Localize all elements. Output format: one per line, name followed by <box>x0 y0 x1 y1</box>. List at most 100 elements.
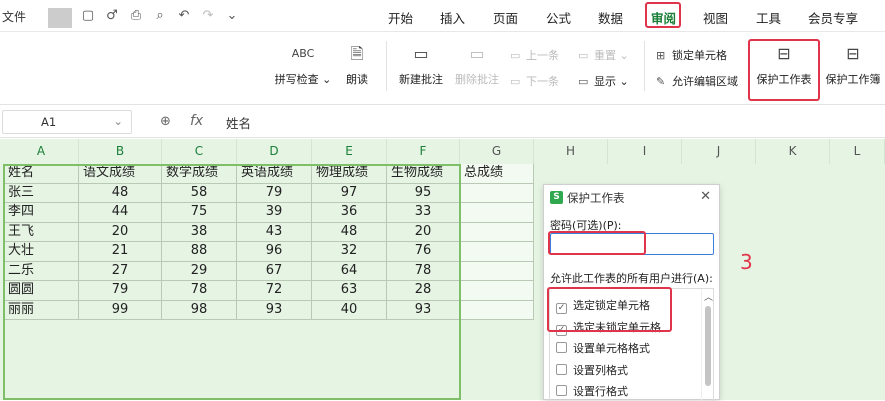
permission-item[interactable]: 设置行格式 <box>556 383 628 399</box>
column-header[interactable]: J <box>682 139 756 164</box>
table-header-cell[interactable]: 总成绩 <box>460 164 534 184</box>
separator <box>48 8 72 28</box>
column-header[interactable]: C <box>162 139 237 164</box>
chevron-down-icon: ⌄ <box>318 73 332 86</box>
protect-workbook-label: 保护工作簿 <box>825 73 881 86</box>
sync-icon[interactable]: ♂ <box>100 6 124 26</box>
prev-comment-button[interactable]: ▭ 上一条 <box>510 47 559 63</box>
chevron-up-icon[interactable]: ︿ <box>704 290 713 303</box>
close-icon[interactable]: ✕ <box>700 189 711 204</box>
chevron-down-icon: ⌄ <box>616 49 629 62</box>
fx-icon[interactable]: fx <box>190 113 203 129</box>
show-icon: ▭ <box>578 75 589 88</box>
spreadsheet-grid[interactable]: A B C D E F G H I J K L 姓名 语文成绩 数学成绩 英语成绩 物理… <box>0 139 885 400</box>
reset-label: 重置 <box>594 49 616 62</box>
annotation-number: 3 <box>740 250 753 274</box>
checkbox[interactable] <box>556 385 567 396</box>
allow-edit-range-button[interactable]: ✎ 允许编辑区域 <box>656 73 738 89</box>
lock-cell-icon: ⊞ <box>656 49 666 62</box>
table-cell[interactable] <box>460 281 534 301</box>
reset-icon: ▭ <box>578 49 589 62</box>
allow-label: 允许此工作表的所有用户进行(A): <box>550 272 713 285</box>
lock-cell-button[interactable]: ⊞ 锁定单元格 <box>656 47 727 63</box>
checkbox[interactable] <box>556 342 567 353</box>
show-button[interactable]: ▭ 显示 ⌄ <box>578 73 629 89</box>
scrollbar-thumb[interactable] <box>705 306 711 386</box>
menu-tools[interactable]: 工具 <box>756 8 781 27</box>
column-header[interactable]: B <box>79 139 162 164</box>
title-bar: 文件 ▢ ♂ ⎙ ⌕ ↶ ↷ ⌄ 开始 插入 页面 公式 数据 审阅 视图 工具… <box>0 0 885 32</box>
table-cell[interactable] <box>460 222 534 242</box>
column-header[interactable]: K <box>756 139 830 164</box>
table-cell[interactable] <box>460 242 534 262</box>
new-comment-button[interactable]: ▭ 新建批注 <box>396 41 446 87</box>
column-header[interactable]: I <box>608 139 682 164</box>
highlight-box-protect-sheet <box>748 39 820 101</box>
chevron-down-icon[interactable]: ⌄ <box>113 114 123 128</box>
menu-home[interactable]: 开始 <box>388 8 413 27</box>
prev-comment-label: 上一条 <box>526 49 559 62</box>
formula-input[interactable]: 姓名 <box>226 113 251 132</box>
delete-comment-button[interactable]: ▭ 删除批注 <box>452 41 502 87</box>
next-comment-icon: ▭ <box>510 75 521 88</box>
next-comment-button[interactable]: ▭ 下一条 <box>510 73 559 89</box>
highlight-box-review <box>645 2 681 28</box>
file-menu[interactable]: 文件 <box>2 8 26 25</box>
undo-icon[interactable]: ↶ <box>172 6 196 26</box>
highlight-box-password <box>548 231 646 255</box>
menu-member[interactable]: 会员专享 <box>808 8 858 27</box>
permission-item[interactable]: 设置单元格格式 <box>556 340 650 356</box>
permission-label: 设置列格式 <box>573 363 628 377</box>
dialog-title: 保护工作表 <box>567 191 625 205</box>
table-cell[interactable] <box>460 261 534 281</box>
protect-workbook-icon: ⊟ <box>846 44 860 63</box>
column-header[interactable]: G <box>460 139 534 164</box>
new-comment-icon: ▭ <box>413 44 429 63</box>
name-box[interactable]: A1 ⌄ <box>2 110 132 134</box>
menu-formula[interactable]: 公式 <box>546 8 571 27</box>
zoom-icon[interactable]: ⊕ <box>160 114 171 129</box>
menu-insert[interactable]: 插入 <box>440 8 465 27</box>
menu-page[interactable]: 页面 <box>493 8 518 27</box>
protect-sheet-dialog: S 保护工作表 ✕ 密码(可选)(P): 允许此工作表的所有用户进行(A): ✓… <box>543 184 720 401</box>
table-cell[interactable] <box>460 203 534 223</box>
print-preview-icon[interactable]: ⌕ <box>148 6 172 26</box>
save-icon[interactable]: ▢ <box>76 6 100 26</box>
new-comment-label: 新建批注 <box>399 73 443 86</box>
column-header[interactable]: H <box>534 139 608 164</box>
redo-icon[interactable]: ↷ <box>196 6 220 26</box>
spell-check-button[interactable]: ABC 拼写检查 ⌄ <box>274 41 332 87</box>
allow-edit-icon: ✎ <box>656 75 666 88</box>
delete-comment-label: 删除批注 <box>455 73 499 86</box>
separator <box>644 41 645 91</box>
checkbox[interactable] <box>556 363 567 375</box>
show-label: 显示 <box>594 75 616 88</box>
read-aloud-button[interactable]: 🗎 朗读 <box>340 41 374 87</box>
scrollbar[interactable]: ︿ <box>701 289 713 401</box>
dialog-title-bar: S 保护工作表 ✕ <box>544 185 719 211</box>
ribbon: ABC 拼写检查 ⌄ 🗎 朗读 ▭ 新建批注 ▭ 删除批注 ▭ 上一条 ▭ 下一条 … <box>0 33 885 105</box>
more-icon[interactable]: ⌄ <box>220 6 244 26</box>
column-header[interactable]: D <box>237 139 312 164</box>
read-aloud-icon: 🗎 <box>350 44 364 63</box>
reset-button[interactable]: ▭ 重置 ⌄ <box>578 47 629 63</box>
column-header[interactable]: A <box>4 139 79 164</box>
permission-label: 设置行格式 <box>573 385 628 398</box>
column-header[interactable]: F <box>387 139 460 164</box>
table-cell[interactable] <box>460 300 534 320</box>
chevron-down-icon: ⌄ <box>616 75 629 88</box>
permission-label: 设置单元格格式 <box>573 342 650 355</box>
protect-workbook-button[interactable]: ⊟ 保护工作簿 <box>822 41 884 87</box>
lock-cell-label: 锁定单元格 <box>672 49 727 62</box>
column-header[interactable]: E <box>312 139 387 164</box>
delete-comment-icon: ▭ <box>469 44 485 63</box>
permission-item[interactable]: 设置列格式 <box>556 362 628 378</box>
cell-reference: A1 <box>41 115 57 129</box>
print-icon[interactable]: ⎙ <box>124 6 148 26</box>
column-header[interactable]: L <box>830 139 885 164</box>
spell-check-label: 拼写检查 <box>274 73 319 86</box>
table-cell[interactable] <box>460 183 534 203</box>
selection-border <box>3 164 461 400</box>
menu-view[interactable]: 视图 <box>703 8 728 27</box>
menu-data[interactable]: 数据 <box>598 8 623 27</box>
